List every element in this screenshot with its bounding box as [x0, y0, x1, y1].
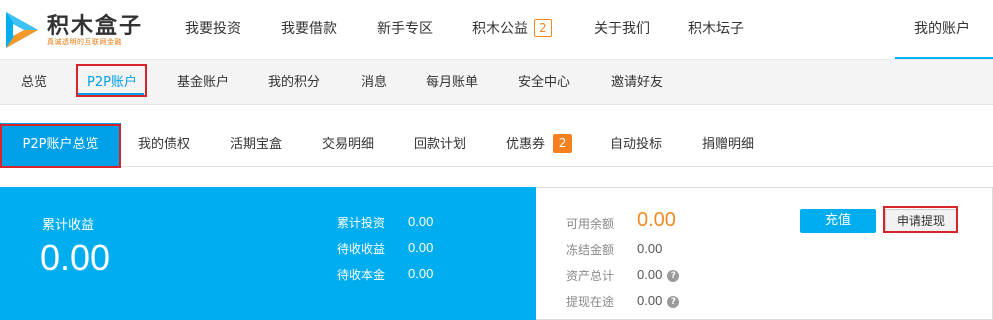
cumulative-investment-label: 累计投资 [337, 216, 386, 230]
tab-current-box[interactable]: 活期宝盒 [230, 123, 282, 167]
highlight-box-withdraw [883, 206, 958, 233]
charity-count-badge: 2 [534, 19, 552, 37]
subnav-invite-friends-label: 邀请好友 [611, 75, 664, 90]
tab-my-claims-label: 我的债权 [138, 137, 191, 152]
income-summary-panel: 累计收益 0.00 累计投资 0.00 待收收益 0.00 待收本金 0.00 [0, 187, 536, 320]
recharge-button[interactable]: 充值 [800, 209, 876, 233]
subnav-overview[interactable]: 总览 [21, 60, 47, 105]
pending-principal-label: 待收本金 [337, 268, 386, 282]
total-assets-value: 0.00 [637, 267, 663, 282]
topnav-about-label: 关于我们 [594, 21, 650, 37]
withdrawal-in-transit-row: 0.00? [637, 293, 680, 308]
topnav-my-account[interactable]: 我的账户 [914, 0, 970, 59]
topnav-newbie-label: 新手专区 [377, 21, 433, 37]
tab-donation-details[interactable]: 捐赠明细 [702, 123, 754, 167]
brand-logo[interactable]: 积木盒子 真诚透明的互联网金融 [0, 4, 150, 54]
subnav-security-center-label: 安全中心 [518, 75, 571, 90]
topnav-borrow[interactable]: 我要借款 [281, 0, 337, 59]
brand-name: 积木盒子 [47, 14, 144, 39]
topnav-invest-label: 我要投资 [185, 21, 241, 37]
subnav-fund-account-label: 基金账户 [177, 75, 230, 90]
cumulative-investment-value: 0.00 [408, 214, 434, 229]
subnav-fund-account[interactable]: 基金账户 [177, 60, 229, 105]
highlight-box-p2p-overview [0, 124, 121, 168]
topnav-newbie[interactable]: 新手专区 [377, 0, 433, 59]
withdrawal-in-transit-value: 0.00 [637, 293, 663, 308]
topnav-borrow-label: 我要借款 [281, 21, 337, 37]
pending-income-label: 待收收益 [337, 242, 386, 256]
withdrawal-in-transit-label: 提现在途 [566, 295, 615, 309]
help-icon[interactable]: ? [667, 270, 680, 282]
topnav-my-account-label: 我的账户 [914, 21, 970, 37]
subnav-messages[interactable]: 消息 [361, 60, 387, 105]
subnav-my-points[interactable]: 我的积分 [268, 60, 320, 105]
tab-auto-bid[interactable]: 自动投标 [610, 123, 662, 167]
subnav-overview-label: 总览 [21, 75, 48, 90]
triangle-play-logo-icon [6, 12, 38, 48]
cumulative-income-value: 0.00 [40, 237, 111, 278]
topnav-about[interactable]: 关于我们 [594, 0, 650, 59]
topnav-invest[interactable]: 我要投资 [185, 0, 241, 59]
total-assets-row: 0.00? [637, 267, 680, 282]
tab-repayment-plan-label: 回款计划 [414, 137, 467, 152]
brand-slogan: 真诚透明的互联网金融 [47, 38, 122, 46]
p2p-account-tabs: P2P账户总览 我的债权 活期宝盒 交易明细 回款计划 优惠券 2 自动投标 捐赠… [0, 123, 993, 167]
top-navigation-bar: 积木盒子 真诚透明的互联网金融 我要投资 我要借款 新手专区 积木公益 2 关于我… [0, 0, 993, 60]
topnav-forum-label: 积木坛子 [688, 21, 744, 37]
highlight-box-p2p-account [76, 64, 147, 97]
topnav-forum[interactable]: 积木坛子 [688, 0, 744, 59]
topnav-charity[interactable]: 积木公益 2 [472, 0, 552, 59]
tab-coupons-label: 优惠券 [506, 137, 546, 152]
frozen-amount-value: 0.00 [637, 241, 663, 256]
tab-current-box-label: 活期宝盒 [230, 137, 283, 152]
tab-donation-details-label: 捐赠明细 [702, 137, 755, 152]
coupon-count-badge: 2 [553, 134, 573, 153]
topnav-charity-label: 积木公益 [472, 21, 528, 37]
subnav-monthly-bill[interactable]: 每月账单 [426, 60, 478, 105]
total-assets-label: 资产总计 [566, 269, 615, 283]
subnav-security-center[interactable]: 安全中心 [518, 60, 570, 105]
help-icon[interactable]: ? [667, 296, 680, 308]
subnav-monthly-bill-label: 每月账单 [426, 75, 479, 90]
pending-principal-value: 0.00 [408, 266, 434, 281]
frozen-amount-label: 冻结金额 [566, 243, 615, 257]
available-balance-value: 0.00 [637, 209, 676, 231]
account-sub-navigation: 总览 P2P账户 基金账户 我的积分 消息 每月账单 安全中心 邀请好友 [0, 59, 993, 105]
cumulative-income-label: 累计收益 [42, 218, 95, 233]
subnav-my-points-label: 我的积分 [268, 75, 321, 90]
pending-income-value: 0.00 [408, 240, 434, 255]
tab-auto-bid-label: 自动投标 [610, 137, 663, 152]
tab-transaction-details[interactable]: 交易明细 [322, 123, 374, 167]
subnav-invite-friends[interactable]: 邀请好友 [611, 60, 663, 105]
subnav-messages-label: 消息 [361, 75, 388, 90]
tab-repayment-plan[interactable]: 回款计划 [414, 123, 466, 167]
tab-coupons[interactable]: 优惠券 2 [506, 123, 573, 167]
available-balance-label: 可用余额 [566, 217, 615, 231]
tab-my-claims[interactable]: 我的债权 [138, 123, 190, 167]
tab-transaction-details-label: 交易明细 [322, 137, 375, 152]
